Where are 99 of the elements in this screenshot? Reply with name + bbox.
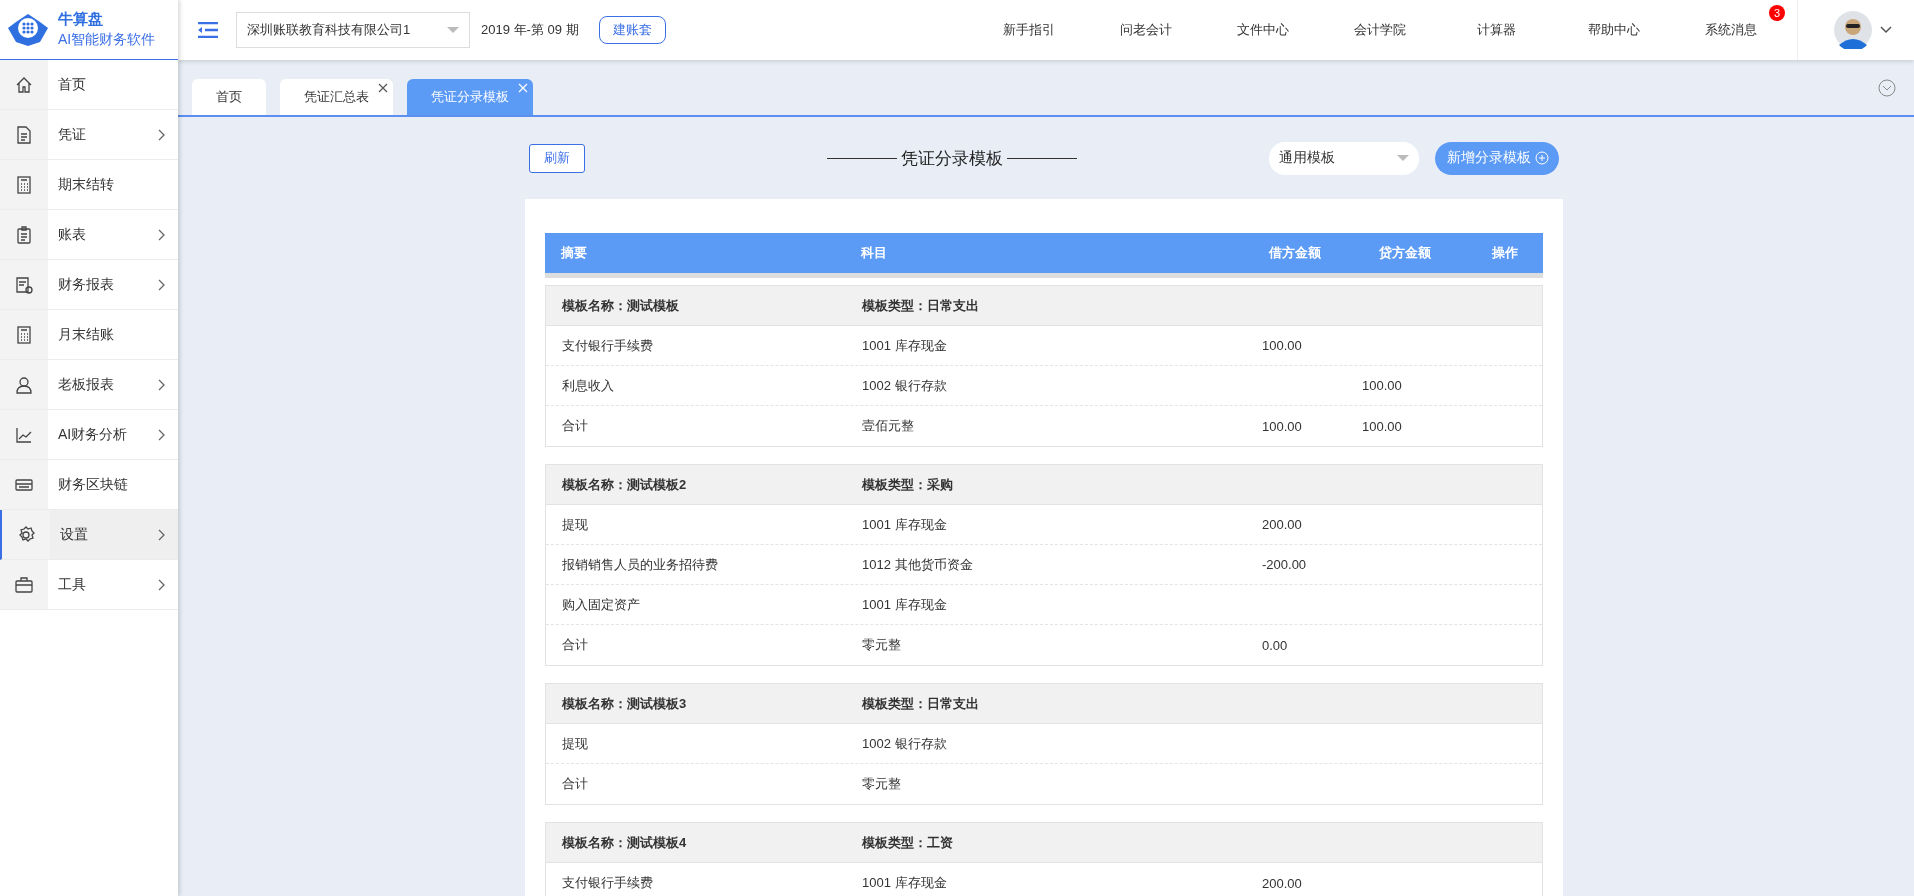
table-cell-text: -200.00 <box>1261 557 1308 572</box>
calculator-icon <box>14 324 34 345</box>
briefcase-icon <box>14 574 34 595</box>
table-cell-text: 合计 <box>561 417 589 435</box>
table-cell-text: 100.00 <box>1361 378 1403 393</box>
avatar-icon[interactable] <box>1834 11 1872 49</box>
table-cell-text: 购入固定资产 <box>561 595 641 614</box>
table-cell-text: 200.00 <box>1261 517 1303 532</box>
notification-badge: 3 <box>1769 5 1785 21</box>
template-name: 模板名称：测试模板3 <box>560 694 688 713</box>
column-header: 操作 <box>1491 244 1519 262</box>
calculator-icon <box>14 174 34 195</box>
nav-link[interactable]: 帮助中心 <box>1587 22 1640 37</box>
column-header: 科目 <box>860 244 888 262</box>
sidebar-item[interactable]: 首页 <box>0 60 178 110</box>
table-cell-text: 合计 <box>561 636 589 654</box>
logo-subtitle: AI智能财务软件 <box>58 31 156 49</box>
refresh-button[interactable]: 刷新 <box>529 143 585 173</box>
menu-label: 月末结账 <box>58 325 114 344</box>
table-cell-text: 1001 库存现金 <box>861 515 948 534</box>
column-header: 借方金额 <box>1267 244 1322 262</box>
table-cell-text: 合计 <box>561 775 589 793</box>
tab[interactable]: 首页 <box>192 79 266 115</box>
template-name: 模板名称：测试模板 <box>560 296 680 315</box>
table-cell-text: 提现 <box>561 734 589 753</box>
table-cell-text: 1001 库存现金 <box>861 595 948 614</box>
sidebar-item[interactable]: 财务报表 <box>0 260 178 310</box>
logo-icon <box>6 11 50 48</box>
menu-label: 账表 <box>58 225 86 244</box>
menu-label: 财务区块链 <box>58 475 128 494</box>
table-cell-text: 零元整 <box>861 775 902 793</box>
sidebar-item[interactable]: 月末结账 <box>0 310 178 360</box>
menu-label: AI财务分析 <box>58 425 128 444</box>
table-cell-text: 1001 库存现金 <box>861 874 948 892</box>
template-type: 模板类型：采购 <box>860 475 954 494</box>
person-icon <box>14 374 34 395</box>
nav-link[interactable]: 文件中心 <box>1236 22 1289 37</box>
table-cell-text: 零元整 <box>861 636 902 654</box>
table-cell-text: 支付银行手续费 <box>561 874 654 892</box>
period-label: 2019 年-第 09 期 <box>481 21 579 39</box>
document-icon <box>14 124 34 145</box>
nav-link[interactable]: 系统消息 <box>1704 22 1757 37</box>
nav-link[interactable]: 会计学院 <box>1353 22 1406 37</box>
sidebar-item[interactable]: AI财务分析 <box>0 410 178 460</box>
column-header: 贷方金额 <box>1378 244 1432 262</box>
menu-label: 财务报表 <box>58 275 114 294</box>
sidebar-item[interactable]: 凭证 <box>0 110 178 160</box>
menu-label: 期末结转 <box>58 175 114 194</box>
table-cell-text: 1001 库存现金 <box>861 336 948 355</box>
table-cell-text: 200.00 <box>1261 875 1303 891</box>
table-cell-text: 100.00 <box>1261 338 1303 353</box>
plus-circle-icon <box>1535 151 1549 165</box>
select-value: 通用模板 <box>1279 149 1335 167</box>
menu-label: 工具 <box>58 575 86 594</box>
table-cell-text: 1012 其他货币资金 <box>861 555 974 574</box>
nav-link[interactable]: 问老会计 <box>1119 22 1172 37</box>
template-name: 模板名称：测试模板4 <box>560 833 688 852</box>
table-cell-text: 0.00 <box>1261 637 1289 653</box>
sidebar-item[interactable]: 财务区块链 <box>0 460 178 510</box>
sidebar-item[interactable]: 设置 <box>0 510 178 560</box>
sidebar-item[interactable]: 工具 <box>0 560 178 610</box>
table-cell-text: 提现 <box>561 515 589 534</box>
table-cell-text: 100.00 <box>1261 418 1303 434</box>
menu-label: 首页 <box>58 75 86 94</box>
table-cell-text: 1002 银行存款 <box>861 376 948 395</box>
nav-link[interactable]: 新手指引 <box>1002 22 1055 37</box>
template-name: 模板名称：测试模板2 <box>560 475 688 494</box>
column-header: 摘要 <box>560 244 588 262</box>
logo-title: 牛算盘 <box>58 10 104 29</box>
nav-link[interactable]: 计算器 <box>1477 22 1516 37</box>
menu-label: 凭证 <box>58 125 86 144</box>
table-cell-text: 100.00 <box>1361 418 1403 434</box>
template-type: 模板类型：日常支出 <box>860 694 980 713</box>
dropdown-arrow-icon <box>447 27 459 33</box>
template-type: 模板类型：工资 <box>860 833 954 852</box>
template-type: 模板类型：日常支出 <box>860 296 980 315</box>
sidebar-item[interactable]: 期末结转 <box>0 160 178 210</box>
table-cell-text: 利息收入 <box>561 376 615 395</box>
table-cell-text: 1002 银行存款 <box>861 734 948 753</box>
report-icon <box>14 274 34 295</box>
menu-label: 设置 <box>60 525 88 544</box>
tab[interactable]: 凭证汇总表 <box>280 79 393 115</box>
close-icon[interactable] <box>378 83 388 93</box>
table-cell-text: 报销销售人员的业务招待费 <box>561 555 719 574</box>
page-title: 凭证分录模板 <box>901 147 1003 170</box>
company-name: 深圳账联教育科技有限公司1 <box>247 21 411 39</box>
sidebar-item[interactable]: 老板报表 <box>0 360 178 410</box>
sidebar-item[interactable]: 账表 <box>0 210 178 260</box>
table-cell-text: 支付银行手续费 <box>561 336 654 355</box>
table-cell-text: 壹佰元整 <box>861 417 915 435</box>
company-select[interactable]: 深圳账联教育科技有限公司1 <box>236 12 470 48</box>
create-ledger-button[interactable]: 建账套 <box>598 16 666 44</box>
menu-label: 老板报表 <box>58 375 114 394</box>
clipboard-icon <box>14 224 34 245</box>
menu-icon[interactable] <box>198 22 218 38</box>
template-type-select[interactable]: 通用模板 <box>1269 141 1419 175</box>
dropdown-arrow-icon <box>1397 155 1409 161</box>
chevron-circle-icon[interactable] <box>1878 78 1896 97</box>
caret-icon[interactable] <box>1880 26 1892 34</box>
